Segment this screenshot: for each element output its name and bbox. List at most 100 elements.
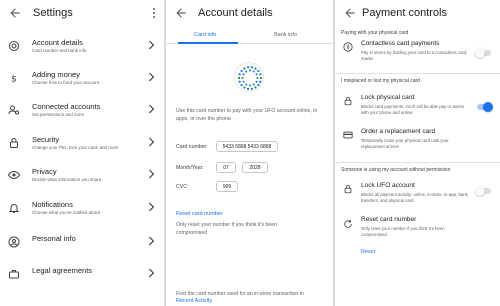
- settings-item-label: Account details: [32, 38, 83, 47]
- contactless-label: Contactless card payments: [361, 40, 440, 47]
- page-title: Payment controls: [362, 7, 447, 19]
- expiry-label: Month/Year:: [176, 165, 204, 171]
- credit-card-icon: [343, 131, 353, 139]
- tab-indicator: [178, 42, 238, 44]
- toggle-knob: [475, 48, 485, 58]
- account-header: Account details: [166, 4, 333, 26]
- lock-physical-sub: Blocks card payments. You'll still be ab…: [361, 104, 465, 115]
- settings-item-label: Legal agreements: [32, 266, 93, 275]
- settings-item-legal-agreements[interactable]: Legal agreements: [0, 264, 164, 292]
- reset-card-number-row[interactable]: Reset card number Only reset your number…: [335, 216, 500, 242]
- lock-physical-toggle[interactable]: [477, 102, 493, 112]
- settings-item-label: Personal info: [32, 234, 76, 243]
- expiry-year-value[interactable]: 2028: [242, 162, 268, 173]
- lock-account-sub: Blocks all payment activity: online, in-…: [361, 192, 468, 203]
- lock-icon: [344, 96, 352, 106]
- card-number-row: Card number: 5433 6868 5433 6868: [176, 141, 326, 153]
- people-settings-icon: [8, 105, 19, 115]
- back-arrow-icon[interactable]: [174, 6, 188, 20]
- settings-item-label: Privacy: [32, 167, 57, 176]
- section-header-unauthorized: Someone is using my account without perm…: [341, 167, 451, 173]
- card-number-value[interactable]: 5433 6868 5433 6868: [216, 141, 278, 152]
- back-arrow-icon[interactable]: [343, 6, 357, 20]
- ufo-logo-icon: [237, 66, 263, 90]
- reset-card-number-label: Reset card number: [361, 216, 417, 223]
- settings-item-label: Connected accounts: [32, 102, 101, 111]
- reset-link[interactable]: Reset: [361, 249, 375, 255]
- settings-item-sub: Choose how to fund your account: [32, 80, 100, 85]
- settings-item-sub: Choose what you're notified about: [32, 210, 100, 215]
- payment-controls-screen: Payment controls Paying with your physic…: [335, 0, 500, 306]
- settings-item-notifications[interactable]: Notifications Choose what you're notifie…: [0, 198, 164, 226]
- account-circle-icon: [9, 41, 19, 51]
- briefcase-icon: [9, 270, 19, 279]
- settings-item-sub: Set permissions and more: [32, 112, 85, 117]
- eye-icon: [8, 170, 20, 180]
- settings-item-sub: Decide what information you share: [32, 177, 102, 182]
- chevron-right-icon: [148, 40, 155, 50]
- tab-bar: Card info Bank info: [166, 28, 333, 44]
- expiry-month-value[interactable]: 07: [216, 162, 236, 173]
- settings-item-sub: Card number and bank info: [32, 48, 87, 53]
- contactless-payments-row[interactable]: Contactless card payments Pay in stores …: [335, 40, 500, 64]
- tab-card-info[interactable]: Card info: [194, 32, 216, 38]
- chevron-right-icon: [148, 202, 155, 212]
- settings-item-security[interactable]: Security Change your PIN, lock your card…: [0, 133, 164, 161]
- chevron-right-icon: [148, 236, 155, 246]
- lock-account-toggle[interactable]: [475, 186, 491, 196]
- order-replacement-row[interactable]: Order a replacement card Temporarily loc…: [335, 128, 500, 152]
- card-usage-description: Use this card number to pay with your UF…: [176, 108, 318, 122]
- settings-item-connected-accounts[interactable]: Connected accounts Set permissions and m…: [0, 100, 164, 128]
- order-replacement-label: Order a replacement card: [361, 128, 436, 135]
- chevron-right-icon: [148, 169, 155, 179]
- settings-item-account-details[interactable]: Account details Card number and bank inf…: [0, 36, 164, 64]
- dollar-icon: $: [11, 75, 17, 85]
- contactless-toggle[interactable]: [475, 48, 491, 58]
- cvc-row: CVC: 909: [176, 181, 326, 193]
- settings-header: Settings: [0, 4, 164, 26]
- settings-item-label: Security: [32, 135, 60, 144]
- refresh-icon: [344, 219, 352, 228]
- lock-icon: [344, 184, 352, 194]
- lock-physical-card-row[interactable]: Lock physical card Blocks card payments.…: [335, 94, 500, 118]
- settings-item-sub: Change your PIN, lock your card, and mor…: [32, 145, 119, 150]
- tab-bank-info[interactable]: Bank info: [274, 32, 297, 38]
- settings-item-label: Adding money: [32, 70, 80, 79]
- chevron-right-icon: [148, 137, 155, 147]
- footer-text: Find the card number used for an in-stor…: [176, 291, 304, 297]
- lock-account-row[interactable]: Lock UFO account Blocks all payment acti…: [335, 182, 500, 208]
- settings-screen: Settings Account details Card number and…: [0, 0, 164, 306]
- contactless-sub: Pay in stores by holding your card to a …: [361, 50, 467, 61]
- contactless-icon: [343, 42, 353, 52]
- cvc-value[interactable]: 909: [216, 181, 238, 192]
- order-replacement-sub: Temporarily locks your physical card unt…: [361, 138, 449, 149]
- svg-text:$: $: [11, 75, 17, 85]
- chevron-right-icon: [148, 72, 155, 82]
- lock-physical-label: Lock physical card: [361, 94, 415, 101]
- divider: [335, 162, 500, 163]
- recent-activity-link[interactable]: Recent Activity: [176, 298, 212, 304]
- toggle-knob: [475, 186, 485, 196]
- person-icon: [8, 236, 20, 248]
- settings-item-personal-info[interactable]: Personal info: [0, 232, 164, 260]
- toggle-knob: [483, 102, 493, 112]
- lock-account-label: Lock UFO account: [361, 182, 415, 189]
- divider: [335, 73, 500, 74]
- payment-header: Payment controls: [335, 4, 500, 26]
- page-title: Settings: [33, 7, 73, 19]
- reset-card-number-link[interactable]: Reset card number: [176, 211, 223, 217]
- ufo-logo: [234, 62, 264, 92]
- more-options-icon[interactable]: [152, 8, 156, 20]
- reset-note: Only reset your number if you think it's…: [176, 222, 278, 236]
- reset-card-number-sub: Only reset your number if you think it's…: [361, 226, 445, 237]
- card-number-label: Card number:: [176, 144, 208, 150]
- lock-icon: [10, 138, 18, 148]
- expiry-row: Month/Year: 07 2028: [176, 162, 326, 174]
- back-arrow-icon[interactable]: [8, 6, 22, 20]
- account-details-screen: Account details Card info Bank info Use …: [166, 0, 333, 306]
- settings-item-adding-money[interactable]: $ Adding money Choose how to fund your a…: [0, 68, 164, 96]
- chevron-right-icon: [148, 268, 155, 278]
- settings-item-label: Notifications: [32, 200, 73, 209]
- settings-item-privacy[interactable]: Privacy Decide what information you shar…: [0, 165, 164, 193]
- bell-icon: [8, 204, 20, 213]
